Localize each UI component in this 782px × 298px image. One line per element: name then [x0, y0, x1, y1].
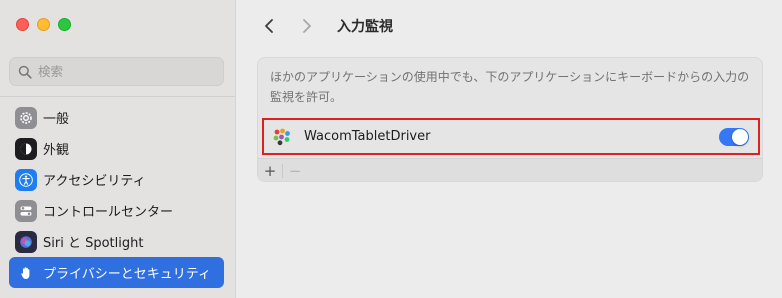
sidebar-item-appearance[interactable]: 外観 — [9, 133, 224, 164]
forward-button[interactable] — [295, 14, 319, 38]
sidebar-item-label: 外観 — [43, 143, 70, 158]
app-name: WacomTabletDriver — [304, 129, 431, 144]
appearance-icon — [15, 137, 37, 160]
sidebar-item-control-center[interactable]: コントロールセンター — [9, 195, 224, 226]
back-button[interactable] — [257, 14, 281, 38]
add-button[interactable]: + — [258, 160, 282, 181]
wacom-toggle[interactable] — [719, 128, 749, 146]
search-icon — [18, 65, 32, 79]
minimize-button[interactable] — [37, 18, 50, 31]
hand-icon — [15, 261, 37, 284]
accessibility-icon — [15, 168, 37, 191]
search-field[interactable] — [9, 57, 224, 86]
sidebar-item-general[interactable]: 一般 — [9, 102, 224, 133]
sidebar-item-label: コントロールセンター — [43, 205, 174, 220]
chevron-left-icon — [265, 19, 273, 33]
chevron-right-icon — [303, 19, 311, 33]
sidebar: 一般 外観 アクセシビリティ — [0, 0, 236, 298]
sidebar-list: 一般 外観 アクセシビリティ コントロールセンター Siri と Spotlig… — [9, 102, 224, 288]
sidebar-item-accessibility[interactable]: アクセシビリティ — [9, 164, 224, 195]
input-monitoring-panel: ほかのアプリケーションの使用中でも、下のアプリケーションにキーボードからの入力の… — [257, 57, 763, 182]
zoom-button[interactable] — [58, 18, 71, 31]
sidebar-item-privacy-security[interactable]: プライバシーとセキュリティ — [9, 257, 224, 288]
remove-button[interactable]: − — [283, 160, 307, 181]
toggle-knob — [732, 129, 748, 145]
sidebar-item-siri-spotlight[interactable]: Siri と Spotlight — [9, 226, 224, 257]
sidebar-item-label: 一般 — [43, 112, 70, 127]
traffic-lights — [16, 18, 71, 31]
toolbar: 入力監視 — [237, 0, 782, 52]
sidebar-item-label: プライバシーとセキュリティ — [43, 267, 211, 282]
list-controls: + − — [258, 158, 762, 181]
panel-description: ほかのアプリケーションの使用中でも、下のアプリケーションにキーボードからの入力の… — [270, 70, 750, 104]
wacom-icon — [272, 127, 292, 147]
control-center-icon — [15, 199, 37, 222]
page-title: 入力監視 — [337, 19, 393, 35]
siri-icon — [15, 230, 37, 253]
sidebar-item-label: Siri と Spotlight — [43, 236, 144, 251]
close-button[interactable] — [16, 18, 29, 31]
search-input[interactable] — [38, 64, 218, 79]
gear-icon — [15, 106, 37, 129]
list-item[interactable]: WacomTabletDriver — [262, 118, 760, 155]
sidebar-item-label: アクセシビリティ — [43, 174, 146, 189]
sidebar-divider — [0, 96, 235, 97]
main-content: 入力監視 ほかのアプリケーションの使用中でも、下のアプリケーションにキーボードか… — [237, 0, 782, 298]
